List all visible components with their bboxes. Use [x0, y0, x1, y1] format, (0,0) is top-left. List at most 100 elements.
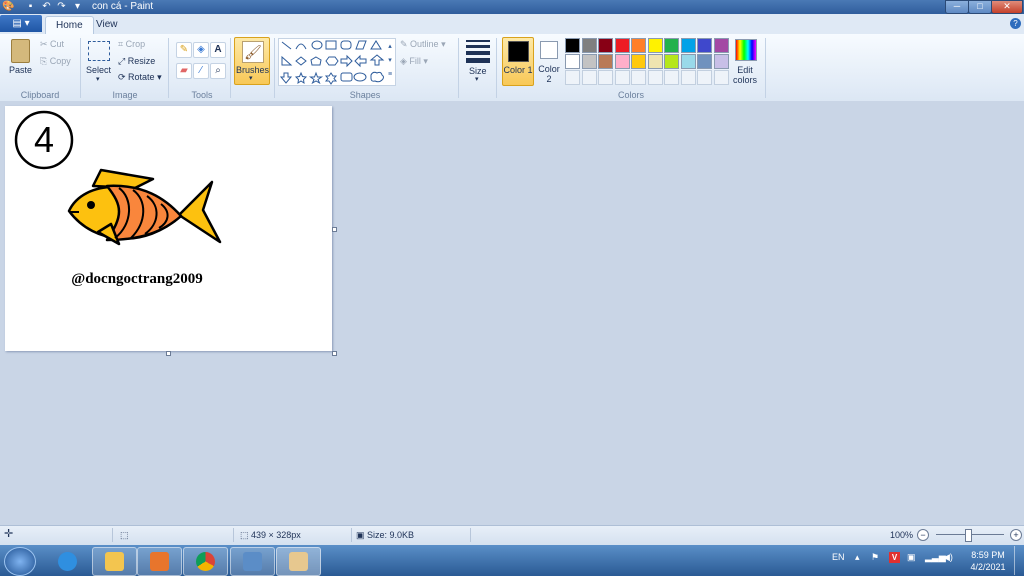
palette-color-swatch[interactable] — [631, 38, 646, 53]
close-button[interactable]: ✕ — [991, 0, 1023, 14]
taskbar-photos-button[interactable] — [230, 547, 275, 576]
tray-app-icon[interactable]: ▣ — [907, 552, 916, 563]
text-tool-icon[interactable]: A — [210, 42, 226, 58]
palette-color-swatch[interactable] — [581, 54, 597, 69]
antivirus-icon[interactable]: V — [889, 552, 900, 563]
palette-empty-slot[interactable] — [664, 70, 679, 85]
select-label: Select — [86, 65, 112, 75]
copy-button[interactable]: ⎘ Copy — [40, 56, 71, 67]
palette-empty-slot[interactable] — [631, 70, 646, 85]
resize-handle-corner[interactable] — [332, 351, 337, 356]
palette-color-swatch[interactable] — [647, 38, 663, 53]
palette-color-swatch[interactable] — [697, 38, 712, 53]
palette-color-swatch[interactable] — [697, 54, 712, 69]
color2-label: Color 2 — [538, 64, 560, 84]
ribbon-tab-row — [0, 14, 1024, 35]
resize-handle-right[interactable] — [332, 227, 337, 232]
ribbon-separator — [765, 38, 766, 98]
palette-color-swatch[interactable] — [664, 38, 679, 53]
palette-color-swatch[interactable] — [647, 54, 663, 69]
maximize-button[interactable]: □ — [968, 0, 992, 14]
color1-button[interactable]: Color 1 — [502, 37, 534, 86]
volume-icon[interactable]: ◀) — [943, 552, 953, 563]
palette-color-swatch[interactable] — [631, 54, 646, 69]
folder-icon — [105, 552, 124, 571]
magnifier-icon[interactable]: ⌕ — [210, 63, 226, 79]
crop-button[interactable]: ⌗ Crop — [118, 39, 145, 50]
rotate-button[interactable]: ⟳ Rotate ▾ — [118, 72, 162, 83]
palette-empty-slot[interactable] — [697, 70, 712, 85]
taskbar-paint-button[interactable] — [276, 547, 321, 576]
select-button[interactable]: Select ▾ — [86, 39, 112, 85]
show-hidden-icons-icon[interactable]: ▴ — [855, 552, 860, 563]
palette-empty-slot[interactable] — [565, 70, 580, 85]
drawing-canvas[interactable]: 4 @docngoctrang2009 — [5, 106, 332, 351]
size-button[interactable]: Size ▾ — [464, 38, 492, 84]
shapes-gallery[interactable] — [278, 38, 396, 86]
six-point-star-shape-icon — [324, 72, 338, 85]
palette-color-swatch[interactable] — [614, 38, 630, 53]
color-palette[interactable] — [565, 38, 733, 86]
customize-quick-access-icon[interactable]: ▾ — [72, 1, 83, 12]
taskbar-explorer-button[interactable] — [92, 547, 137, 576]
palette-empty-slot[interactable] — [581, 70, 597, 85]
zoom-out-button[interactable]: − — [917, 529, 929, 541]
color-picker-icon[interactable]: ⁄ — [193, 63, 209, 79]
palette-color-swatch[interactable] — [598, 38, 613, 53]
palette-empty-slot[interactable] — [680, 70, 696, 85]
palette-empty-slot[interactable] — [614, 70, 630, 85]
palette-color-swatch[interactable] — [598, 54, 613, 69]
pencil-icon[interactable]: ✎ — [176, 42, 192, 58]
edit-colors-button[interactable]: Edit colors — [732, 37, 758, 85]
status-separator — [470, 528, 471, 542]
action-center-flag-icon[interactable]: ⚑ — [871, 552, 879, 563]
resize-button[interactable]: ⤢ Resize — [118, 56, 155, 67]
palette-empty-slot[interactable] — [647, 70, 663, 85]
rotate-label: Rotate — [128, 72, 155, 82]
minimize-button[interactable]: ─ — [945, 0, 969, 14]
color1-label: Color 1 — [503, 65, 533, 75]
show-desktop-button[interactable] — [1014, 546, 1024, 575]
paint-app-icon[interactable]: 🎨 — [2, 1, 14, 12]
palette-color-swatch[interactable] — [614, 54, 630, 69]
clock[interactable]: 8:59 PM 4/2/2021 — [968, 549, 1008, 573]
zoom-slider-thumb[interactable] — [965, 529, 972, 542]
paint-menu-button[interactable]: ▤ ▾ — [0, 15, 42, 32]
palette-color-swatch[interactable] — [664, 54, 679, 69]
brushes-button[interactable]: 🖌 Brushes ▾ — [234, 37, 270, 85]
palette-color-swatch[interactable] — [680, 38, 696, 53]
palette-color-swatch[interactable] — [581, 38, 597, 53]
redo-icon[interactable]: ↷ — [56, 1, 67, 12]
palette-color-swatch[interactable] — [565, 54, 580, 69]
taskbar-ie-button[interactable] — [45, 547, 90, 576]
palette-color-swatch[interactable] — [713, 38, 729, 53]
palette-empty-slot[interactable] — [713, 70, 729, 85]
start-button[interactable] — [4, 547, 36, 576]
cloud-callout-shape-icon — [370, 71, 384, 83]
taskbar-media-button[interactable] — [137, 547, 182, 576]
paste-button[interactable]: Paste — [8, 39, 32, 79]
palette-color-swatch[interactable] — [680, 54, 696, 69]
help-icon[interactable]: ? — [1010, 18, 1021, 29]
color2-button[interactable]: Color 2 — [536, 37, 562, 84]
fill-button[interactable]: ◈ Fill ▾ — [400, 56, 428, 67]
fill-bucket-icon[interactable]: ◈ — [193, 42, 209, 58]
resize-handle-bottom[interactable] — [166, 351, 171, 356]
save-icon[interactable]: ▪ — [25, 1, 36, 12]
cut-button[interactable]: ✂ Cut — [40, 39, 64, 50]
shapes-scroll-icons[interactable]: ▴ ▾ ≡ — [386, 40, 394, 84]
zoom-in-button[interactable]: + — [1010, 529, 1022, 541]
outline-label: Outline — [410, 39, 439, 49]
taskbar-chrome-button[interactable] — [183, 547, 228, 576]
language-indicator[interactable]: EN — [832, 552, 845, 562]
palette-empty-slot[interactable] — [598, 70, 613, 85]
size-line-icon — [466, 45, 490, 48]
eraser-icon[interactable]: ▰ — [176, 63, 192, 79]
undo-icon[interactable]: ↶ — [41, 1, 52, 12]
palette-color-swatch[interactable] — [713, 54, 729, 69]
size-line-icon — [466, 58, 490, 63]
outline-button[interactable]: ✎ Outline ▾ — [400, 39, 446, 50]
fill-label: Fill — [409, 56, 421, 66]
tab-view[interactable]: View — [86, 16, 128, 34]
palette-color-swatch[interactable] — [565, 38, 580, 53]
